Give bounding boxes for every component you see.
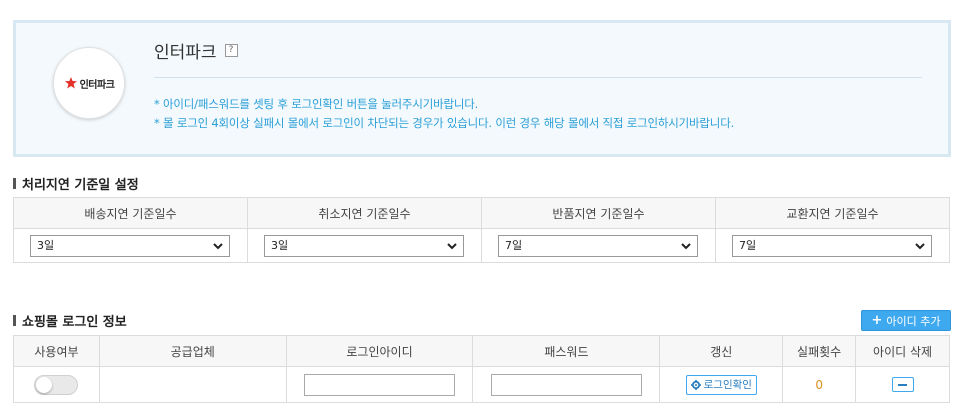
cell: 7일 bbox=[715, 228, 950, 263]
col-return-delay: 반품지연 기준일수 bbox=[481, 197, 716, 229]
page: 인터파크 인터파크 ? * 아이디/패스워드를 셋팅 후 로그인확인 버튼을 눌… bbox=[0, 0, 973, 420]
col-use: 사용여부 bbox=[13, 335, 100, 367]
divider bbox=[154, 77, 922, 78]
help-icon[interactable]: ? bbox=[224, 44, 238, 57]
use-toggle[interactable] bbox=[34, 374, 79, 395]
delay-settings-table: 배송지연 기준일수 취소지연 기준일수 반품지연 기준일수 교환지연 기준일수 … bbox=[13, 197, 950, 263]
login-check-label: 로그인확인 bbox=[703, 379, 752, 391]
col-login-id: 로그인아이디 bbox=[285, 335, 474, 367]
delay-section-title: 처리지연 기준일 설정 bbox=[13, 174, 139, 193]
select-value: 7일 bbox=[739, 238, 757, 252]
supplier-cell bbox=[98, 366, 287, 403]
gear-icon bbox=[690, 379, 701, 390]
add-id-label: 아이디 추가 bbox=[886, 314, 941, 328]
cell bbox=[472, 366, 661, 403]
mall-title-row: 인터파크 ? bbox=[154, 38, 238, 63]
interpark-logo-icon bbox=[64, 77, 77, 89]
cell: 로그인확인 bbox=[659, 366, 784, 403]
password-input[interactable] bbox=[490, 373, 642, 396]
cell bbox=[855, 366, 950, 403]
col-supplier: 공급업체 bbox=[98, 335, 287, 367]
cell: 7일 bbox=[481, 228, 716, 263]
section-bar bbox=[13, 178, 16, 189]
exchange-delay-select[interactable]: 7일 bbox=[732, 234, 932, 257]
login-section-title: 쇼핑몰 로그인 정보 bbox=[13, 311, 127, 330]
section-title-text: 쇼핑몰 로그인 정보 bbox=[22, 315, 127, 330]
section-title-text: 처리지연 기준일 설정 bbox=[22, 178, 139, 193]
col-renew: 갱신 bbox=[659, 335, 784, 367]
cancel-delay-select[interactable]: 3일 bbox=[264, 234, 464, 257]
notice-line: * 아이디/패스워드를 셋팅 후 로그인확인 버튼을 눌러주시기바랍니다. bbox=[154, 97, 479, 111]
add-id-button[interactable]: + 아이디 추가 bbox=[861, 310, 951, 331]
col-exchange-delay: 교환지연 기준일수 bbox=[715, 197, 950, 229]
notice-line: * 몰 로그인 4회이상 실패시 몰에서 로그인이 차단되는 경우가 있습니다.… bbox=[154, 116, 735, 130]
select-value: 3일 bbox=[37, 238, 55, 252]
col-fail-count: 실패횟수 bbox=[782, 335, 857, 367]
chevron-down-icon bbox=[213, 242, 223, 249]
mall-title: 인터파크 bbox=[154, 43, 217, 63]
shipping-delay-select[interactable]: 3일 bbox=[30, 234, 230, 257]
select-value: 7일 bbox=[505, 238, 523, 252]
login-info-table: 사용여부 공급업체 로그인아이디 패스워드 갱신 실패횟수 아이디 삭제 로그인… bbox=[13, 335, 950, 403]
login-check-button[interactable]: 로그인확인 bbox=[685, 374, 757, 395]
login-id-input[interactable] bbox=[304, 373, 455, 396]
toggle-knob bbox=[36, 376, 53, 393]
delete-id-button[interactable] bbox=[891, 377, 914, 392]
cell bbox=[285, 366, 474, 403]
chevron-down-icon bbox=[915, 242, 925, 249]
select-value: 3일 bbox=[271, 238, 289, 252]
chevron-down-icon bbox=[447, 242, 457, 249]
cell bbox=[13, 366, 100, 403]
col-delete: 아이디 삭제 bbox=[855, 335, 950, 367]
section-bar bbox=[13, 315, 16, 326]
fail-count: 0 bbox=[782, 366, 857, 403]
table-row: 로그인확인 0 bbox=[13, 366, 950, 403]
chevron-down-icon bbox=[681, 242, 691, 249]
mall-info-panel: 인터파크 인터파크 ? * 아이디/패스워드를 셋팅 후 로그인확인 버튼을 눌… bbox=[13, 20, 951, 157]
cell: 3일 bbox=[247, 228, 482, 263]
col-cancel-delay: 취소지연 기준일수 bbox=[247, 197, 482, 229]
minus-icon bbox=[898, 383, 908, 386]
logo-text: 인터파크 bbox=[79, 79, 115, 91]
return-delay-select[interactable]: 7일 bbox=[498, 234, 698, 257]
col-password: 패스워드 bbox=[472, 335, 661, 367]
mall-logo: 인터파크 bbox=[53, 47, 125, 119]
col-shipping-delay: 배송지연 기준일수 bbox=[13, 197, 248, 229]
cell: 3일 bbox=[13, 228, 248, 263]
plus-icon: + bbox=[871, 312, 883, 328]
